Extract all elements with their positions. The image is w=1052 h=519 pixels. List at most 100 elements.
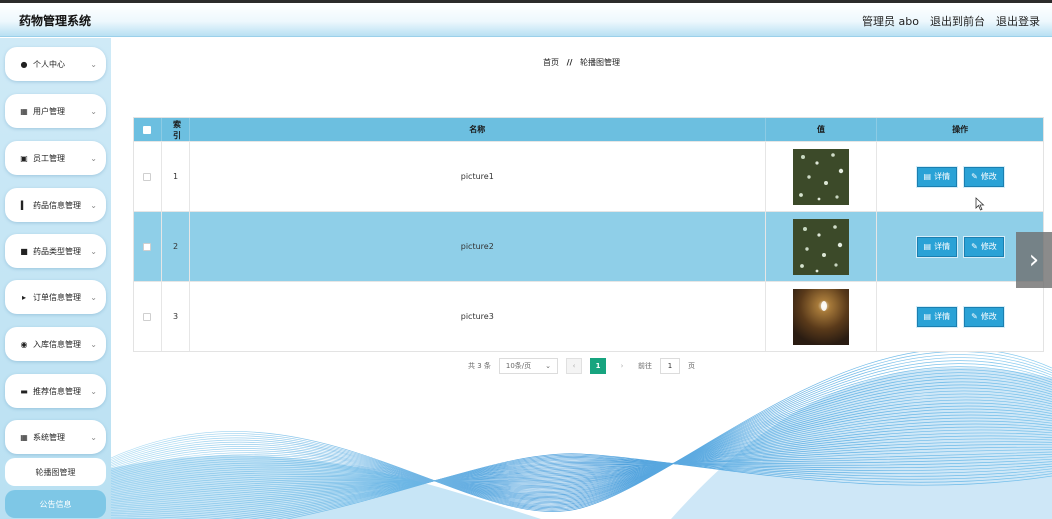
edit-label: 修改 (980, 242, 997, 251)
pagination: 共 3 条 10条/页 ⌄ ‹ 1 › 前往 1 页 (111, 358, 1052, 374)
header-value: 值 (766, 118, 878, 141)
detail-button[interactable]: ▤ 详情 (916, 166, 958, 187)
table-row: 3 picture3 ▤ 详情 ✎ 修改 (134, 281, 1043, 351)
header-actions: 操作 (952, 125, 969, 134)
page-size-select[interactable]: 10条/页 ⌄ (498, 358, 559, 374)
prev-page-button[interactable]: ‹ (566, 358, 583, 374)
row-name: picture2 (190, 212, 766, 281)
sidebar-subitem-notice[interactable]: 公告信息 (5, 490, 106, 518)
row-index: 3 (162, 282, 190, 351)
sidebar-item-stock-in[interactable]: ◉ 入库信息管理 ⌄ (5, 327, 106, 361)
goto-label: 前往 (638, 362, 653, 370)
chevron-right-icon: › (620, 362, 624, 370)
chevron-down-icon: ⌄ (90, 106, 97, 116)
detail-button[interactable]: ▤ 详情 (916, 236, 958, 257)
sidebar-item-label: 入库信息管理 (33, 339, 81, 349)
chevron-down-icon: ⌄ (90, 153, 97, 163)
chevron-down-icon: ⌄ (90, 432, 97, 442)
grid-icon: ▦ (20, 106, 28, 116)
carousel-table: 索引 名称 值 操作 1 picture1 ▤ 详情 ✎ 修改 2 pictur… (133, 117, 1044, 352)
bar-chart-icon: ▍ (20, 200, 28, 210)
select-all-checkbox[interactable] (143, 125, 152, 134)
header-user-area: 管理员 abo 退出到前台 退出登录 (862, 13, 1040, 29)
document-icon: ▤ (923, 312, 932, 321)
app-title: 药物管理系统 (19, 14, 92, 28)
edit-label: 修改 (980, 312, 997, 321)
document-icon: ▤ (923, 242, 932, 251)
breadcrumb: 首页 // 轮播图管理 (111, 57, 1052, 68)
carousel-next-button[interactable]: › (1016, 232, 1052, 288)
breadcrumb-home[interactable]: 首页 (543, 58, 559, 67)
apps-icon: ▦ (20, 432, 28, 442)
pencil-icon: ✎ (971, 172, 978, 181)
raindrops-thumbnail[interactable] (793, 148, 849, 205)
row-index: 1 (162, 142, 190, 211)
row-actions: ▤ 详情 ✎ 修改 (877, 142, 1043, 211)
edit-label: 修改 (980, 172, 997, 181)
user-icon: ● (20, 59, 28, 69)
row-name: picture3 (190, 282, 766, 351)
goto-page-input[interactable]: 1 (660, 358, 681, 374)
row-name: picture1 (190, 142, 766, 211)
row-image-cell (766, 142, 878, 211)
row-checkbox-cell (134, 282, 162, 351)
detail-label: 详情 (934, 242, 951, 251)
sidebar-item-label: 用户管理 (33, 106, 65, 116)
row-checkbox-cell (134, 142, 162, 211)
sidebar-item-system[interactable]: ▦ 系统管理 ⌄ (5, 420, 106, 454)
sidebar-item-drug-info[interactable]: ▍ 药品信息管理 ⌄ (5, 188, 106, 222)
table-row: 1 picture1 ▤ 详情 ✎ 修改 (134, 141, 1043, 211)
header-bar: 药物管理系统 管理员 abo 退出到前台 退出登录 (0, 3, 1052, 37)
next-page-button[interactable]: › (614, 358, 630, 374)
pagination-total: 共 3 条 (467, 362, 491, 370)
sidebar-item-users[interactable]: ▦ 用户管理 ⌄ (5, 94, 106, 128)
admin-user-label[interactable]: 管理员 abo (862, 13, 919, 29)
detail-label: 详情 (934, 312, 951, 321)
row-checkbox[interactable] (143, 312, 152, 321)
edit-button[interactable]: ✎ 修改 (964, 166, 1004, 187)
sidebar: ● 个人中心 ⌄ ▦ 用户管理 ⌄ ▣ 员工管理 ⌄ ▍ 药品信息管理 ⌄ ■ … (0, 38, 111, 519)
row-checkbox[interactable] (143, 172, 152, 181)
sidebar-item-orders[interactable]: ▸ 订单信息管理 ⌄ (5, 280, 106, 314)
main-content: 首页 // 轮播图管理 索引 名称 值 操作 1 picture1 ▤ 详情 ✎… (111, 38, 1052, 519)
sidebar-item-label: 订单信息管理 (33, 292, 81, 302)
logout-link[interactable]: 退出登录 (996, 13, 1040, 29)
monitor-icon: ▬ (20, 386, 28, 396)
exit-to-front-link[interactable]: 退出到前台 (930, 13, 985, 29)
sidebar-item-label: 药品类型管理 (33, 246, 81, 256)
chevron-down-icon: ⌄ (545, 362, 552, 370)
pencil-icon: ✎ (971, 312, 978, 321)
bokeh-thumbnail[interactable] (793, 288, 849, 345)
location-icon: ◉ (20, 339, 28, 349)
pencil-icon: ✎ (971, 242, 978, 251)
edit-button[interactable]: ✎ 修改 (964, 306, 1004, 327)
chevron-left-icon: ‹ (572, 362, 576, 370)
chevron-down-icon: ⌄ (90, 339, 97, 349)
document-icon: ▤ (923, 172, 932, 181)
briefcase-icon: ■ (20, 246, 28, 256)
page-number-current[interactable]: 1 (590, 358, 607, 374)
row-image-cell (766, 212, 878, 281)
sidebar-item-label: 药品信息管理 (33, 200, 81, 210)
row-index: 2 (162, 212, 190, 281)
mouse-cursor-icon (975, 197, 985, 211)
sidebar-item-recommend[interactable]: ▬ 推荐信息管理 ⌄ (5, 374, 106, 408)
sidebar-item-label: 个人中心 (33, 59, 65, 69)
page-size-label: 10条/页 (505, 362, 532, 370)
row-actions: ▤ 详情 ✎ 修改 (877, 282, 1043, 351)
detail-label: 详情 (934, 172, 951, 181)
row-image-cell (766, 282, 878, 351)
edit-button[interactable]: ✎ 修改 (964, 236, 1004, 257)
chevron-down-icon: ⌄ (90, 59, 97, 69)
header-name: 名称 (190, 118, 766, 141)
row-checkbox[interactable] (143, 242, 152, 251)
sidebar-item-drug-type[interactable]: ■ 药品类型管理 ⌄ (5, 234, 106, 268)
chevron-right-icon: › (1028, 245, 1040, 275)
detail-button[interactable]: ▤ 详情 (916, 306, 958, 327)
chevron-down-icon: ⌄ (90, 386, 97, 396)
sidebar-item-profile[interactable]: ● 个人中心 ⌄ (5, 47, 106, 81)
sidebar-item-staff[interactable]: ▣ 员工管理 ⌄ (5, 141, 106, 175)
sidebar-subitem-carousel[interactable]: 轮播图管理 (5, 458, 106, 486)
row-checkbox-cell (134, 212, 162, 281)
raindrops-thumbnail[interactable] (793, 218, 849, 275)
